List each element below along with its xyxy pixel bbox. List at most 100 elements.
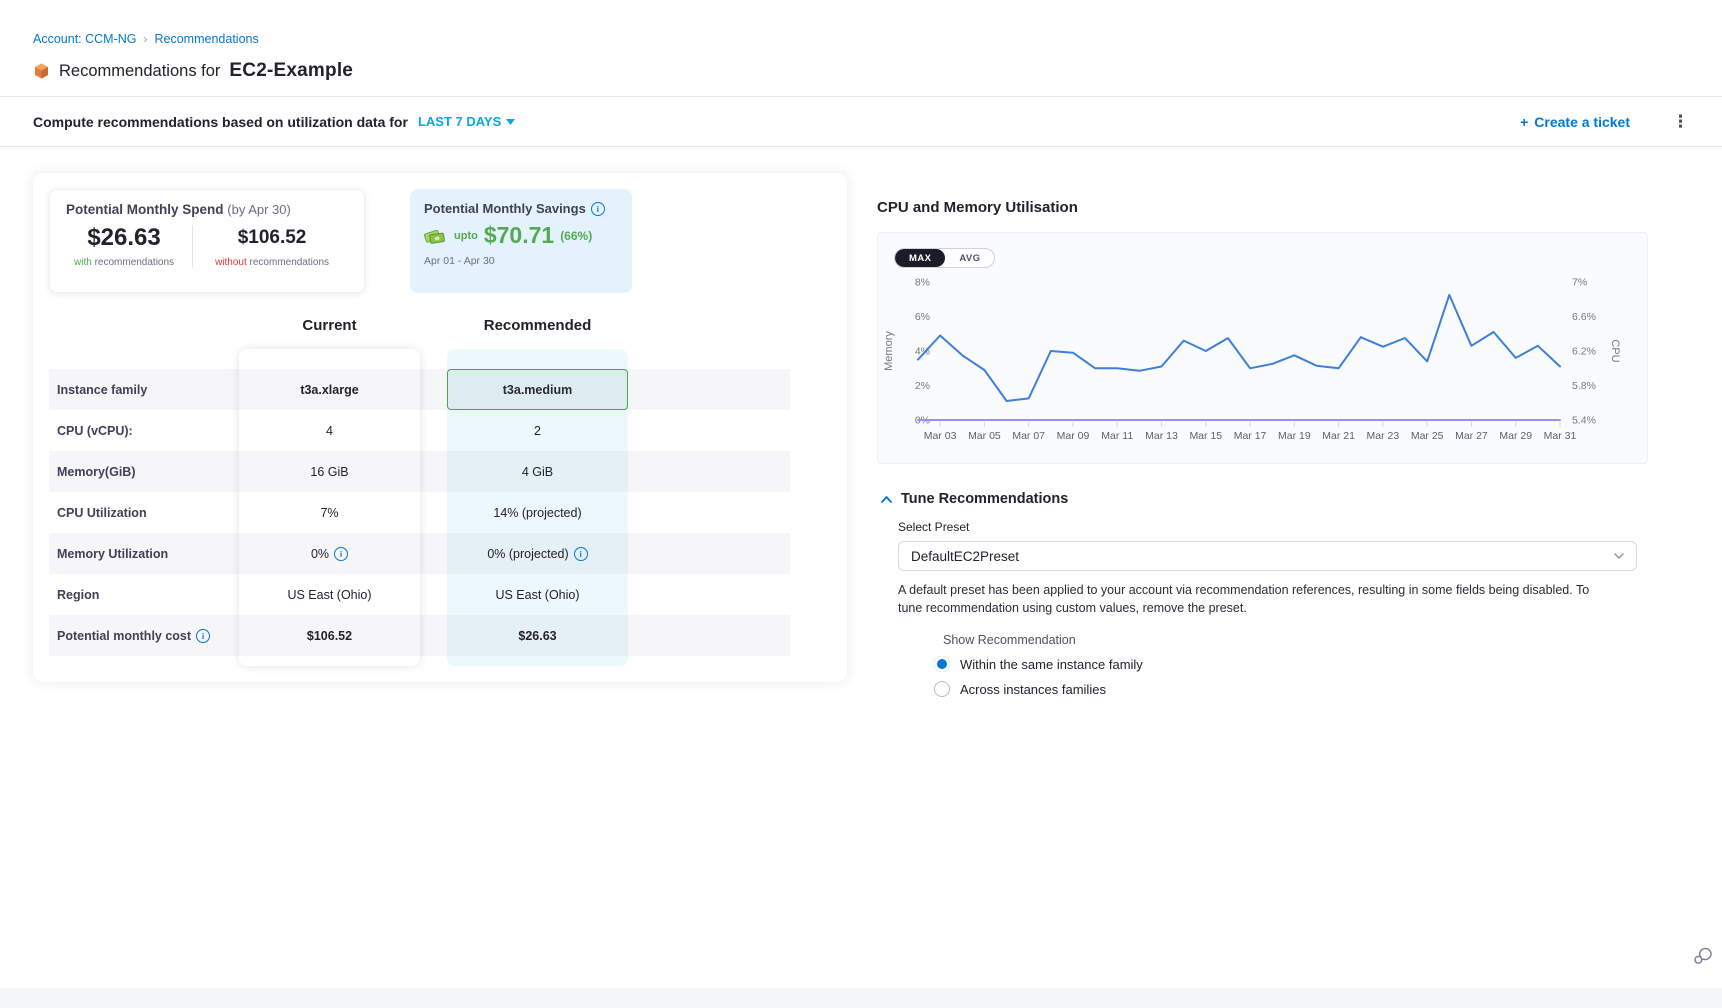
recommended-value: 2	[447, 424, 628, 438]
row-label: Memory Utilization	[49, 547, 239, 561]
cpu-axis-tick: 5.8%	[1572, 380, 1596, 392]
x-axis-tick-label: Mar 07	[1012, 430, 1045, 442]
chevron-down-icon	[506, 119, 515, 125]
x-axis-tick-label: Mar 31	[1544, 430, 1577, 442]
cpu-axis-tick: 5.4%	[1572, 415, 1596, 427]
breadcrumb: Account: CCM-NG › Recommendations	[33, 32, 259, 46]
memory-axis-tick: 2%	[915, 380, 930, 392]
recommended-value: 4 GiB	[447, 465, 628, 479]
spend-with-recommendations-value: $26.63	[87, 225, 160, 251]
row-label: Memory(GiB)	[49, 465, 239, 479]
recommended-value: US East (Ohio)	[447, 588, 628, 602]
table-row: Memory Utilization0%i 0% (projected)i	[49, 533, 790, 574]
spend-card-subtitle: (by Apr 30)	[227, 202, 291, 217]
period-dropdown[interactable]: LAST 7 DAYS	[418, 114, 515, 129]
x-axis-tick-label: Mar 11	[1101, 430, 1133, 442]
memory-axis-tick: 8%	[915, 277, 930, 289]
x-axis-tick-label: Mar 09	[1057, 430, 1090, 442]
column-header-current: Current	[239, 317, 420, 334]
toggle-avg[interactable]: AVG	[945, 249, 994, 267]
chevron-down-icon	[1614, 553, 1624, 559]
recommended-value: 14% (projected)	[447, 506, 628, 520]
savings-card-title: Potential Monthly Savings	[424, 201, 586, 216]
row-label: CPU (vCPU):	[49, 424, 239, 438]
money-notes-icon	[424, 226, 448, 246]
recommended-value: $26.63	[447, 629, 628, 643]
x-axis-tick-label: Mar 05	[968, 430, 1001, 442]
cpu-axis-tick: 6.2%	[1572, 346, 1596, 358]
current-value: t3a.xlarge	[239, 383, 420, 397]
row-label: Potential monthly costi	[49, 629, 239, 643]
info-icon[interactable]: i	[591, 202, 605, 216]
plus-icon: +	[1520, 114, 1528, 130]
info-icon[interactable]: i	[334, 547, 348, 561]
toolbar: Compute recommendations based on utiliza…	[33, 97, 1689, 146]
toggle-max[interactable]: MAX	[895, 249, 945, 267]
memory-axis-label: Memory	[883, 331, 895, 371]
current-value: 0%i	[239, 547, 420, 561]
page-title-prefix: Recommendations for	[59, 62, 220, 81]
page-title: Recommendations for EC2-Example	[33, 60, 353, 82]
comparison-table-header: Current Recommended	[49, 305, 831, 349]
potential-monthly-savings-card: Potential Monthly Savings i upto $70.71 …	[410, 189, 632, 293]
chevron-right-icon: ›	[144, 32, 148, 46]
table-row: RegionUS East (Ohio)US East (Ohio)	[49, 574, 790, 615]
kebab-menu-icon[interactable]: ⋮	[1672, 113, 1689, 130]
row-label: Instance family	[49, 383, 239, 397]
tune-recommendations-title: Tune Recommendations	[901, 491, 1068, 507]
preset-note: A default preset has been applied to you…	[898, 582, 1598, 617]
preset-select[interactable]: DefaultEC2Preset	[898, 541, 1637, 571]
savings-upto-label: upto	[454, 230, 478, 242]
chart-title: CPU and Memory Utilisation	[877, 199, 1648, 216]
radio-across-families[interactable]: Across instances families	[934, 681, 1648, 697]
recommended-value: 0% (projected)i	[447, 547, 628, 561]
spend-card-title: Potential Monthly Spend	[66, 202, 224, 217]
comparison-rows: Instance familyt3a.xlarget3a.mediumCPU (…	[49, 369, 790, 656]
bottom-strip	[0, 988, 1722, 1008]
column-header-recommended: Recommended	[447, 317, 628, 334]
x-axis-tick-label: Mar 23	[1367, 430, 1400, 442]
current-value: US East (Ohio)	[239, 588, 420, 602]
cpu-axis-tick: 6.6%	[1572, 311, 1596, 323]
table-row: CPU (vCPU):4 2	[49, 410, 790, 451]
info-icon[interactable]: i	[196, 629, 210, 643]
create-ticket-button[interactable]: + Create a ticket	[1520, 114, 1630, 130]
savings-percent: (66%)	[560, 229, 592, 243]
breadcrumb-recommendations-link[interactable]: Recommendations	[155, 32, 259, 46]
x-axis-tick-label: Mar 25	[1411, 430, 1444, 442]
savings-value: $70.71	[484, 222, 554, 249]
page-title-name: EC2-Example	[229, 60, 353, 82]
max-avg-toggle: MAX AVG	[894, 248, 995, 268]
table-row: Memory(GiB)16 GiB 4 GiB	[49, 451, 790, 492]
current-value: 4	[239, 424, 420, 438]
radio-selected-icon[interactable]	[934, 656, 950, 672]
radio-within-same-family[interactable]: Within the same instance family	[934, 656, 1648, 672]
select-preset-label: Select Preset	[898, 520, 1648, 534]
utilisation-line-chart: 8%6%4%2%0%7%6.6%6.2%5.8%5.4%MemoryCPUMar…	[878, 233, 1649, 465]
ec2-cube-icon	[33, 62, 50, 80]
comparison-table: Instance familyt3a.xlarget3a.mediumCPU (…	[49, 349, 831, 666]
x-axis-tick-label: Mar 03	[924, 430, 957, 442]
recommended-instance-highlight	[447, 369, 628, 410]
current-value: 16 GiB	[239, 465, 420, 479]
page: Account: CCM-NG › Recommendations Recomm…	[0, 0, 1722, 1008]
utilisation-section: CPU and Memory Utilisation MAX AVG 8%6%4…	[877, 199, 1648, 697]
x-axis-tick-label: Mar 21	[1322, 430, 1355, 442]
x-axis-tick-label: Mar 17	[1234, 430, 1267, 442]
info-icon[interactable]: i	[574, 547, 588, 561]
chat-bubble-icon[interactable]	[1693, 945, 1715, 967]
x-axis-tick-label: Mar 27	[1455, 430, 1488, 442]
table-row: CPU Utilization7%14% (projected)	[49, 492, 790, 533]
cpu-axis-tick: 7%	[1572, 277, 1587, 289]
x-axis-tick-label: Mar 13	[1145, 430, 1178, 442]
tune-recommendations-header[interactable]: Tune Recommendations	[877, 491, 1648, 507]
savings-period: Apr 01 - Apr 30	[424, 255, 618, 267]
potential-monthly-spend-card: Potential Monthly Spend (by Apr 30) $26.…	[49, 189, 365, 293]
chevron-up-icon	[881, 496, 892, 503]
x-axis-tick-label: Mar 15	[1189, 430, 1222, 442]
breadcrumb-account-link[interactable]: Account: CCM-NG	[33, 32, 137, 46]
current-value: 7%	[239, 506, 420, 520]
spend-without-recommendations-value: $106.52	[238, 225, 307, 251]
radio-unselected-icon[interactable]	[934, 681, 950, 697]
memory-axis-tick: 6%	[915, 311, 930, 323]
